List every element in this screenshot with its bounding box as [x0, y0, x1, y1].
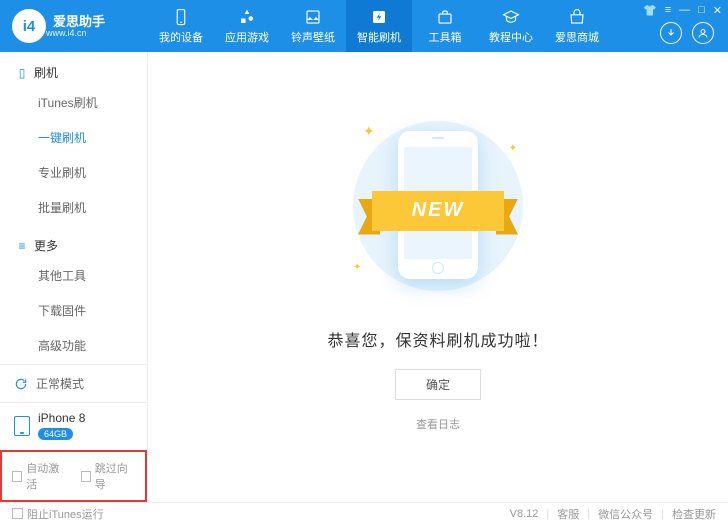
nav-ringtone-wallpaper[interactable]: 铃声壁纸: [280, 0, 346, 52]
success-illustration: ✦ ✦ ✦ NEW: [323, 113, 553, 303]
sidebar-item-download-firmware[interactable]: 下载固件: [0, 293, 147, 328]
sidebar-item-onekey-flash[interactable]: 一键刷机: [0, 120, 147, 155]
store-icon: [568, 8, 586, 26]
toolbox-icon: [436, 8, 454, 26]
nav-toolbox[interactable]: 工具箱: [412, 0, 478, 52]
maximize-icon[interactable]: □: [698, 4, 705, 17]
success-message: 恭喜您，保资料刷机成功啦！: [327, 327, 548, 351]
minimize-icon[interactable]: —: [679, 4, 690, 17]
storage-badge: 64GB: [38, 428, 73, 440]
chk-block-itunes[interactable]: 阻止iTunes运行: [12, 506, 104, 522]
phone-small-icon: ▯: [16, 67, 28, 79]
wallpaper-icon: [304, 8, 322, 26]
nav-apps-games[interactable]: 应用游戏: [214, 0, 280, 52]
chk-auto-activate[interactable]: 自动激活: [12, 460, 67, 492]
version-label: V8.12: [510, 508, 539, 520]
device-mode[interactable]: 正常模式: [0, 364, 147, 402]
user-button[interactable]: [692, 22, 714, 44]
footer-link-update[interactable]: 检查更新: [672, 506, 716, 522]
apps-icon: [238, 8, 256, 26]
highlighted-options: 自动激活 跳过向导: [0, 450, 147, 502]
ok-button[interactable]: 确定: [395, 369, 481, 400]
nav-smart-flash[interactable]: 智能刷机: [346, 0, 412, 52]
nav-my-device[interactable]: 我的设备: [148, 0, 214, 52]
footer-link-support[interactable]: 客服: [557, 506, 579, 522]
more-icon: ≡: [16, 240, 28, 252]
sidebar-item-pro-flash[interactable]: 专业刷机: [0, 155, 147, 190]
nav-store[interactable]: 爱思商城: [544, 0, 610, 52]
sidebar-group-more: ≡ 更多: [0, 225, 147, 258]
flash-icon: [370, 8, 388, 26]
nav-tutorials[interactable]: 教程中心: [478, 0, 544, 52]
refresh-icon: [14, 377, 28, 391]
sidebar-item-other-tools[interactable]: 其他工具: [0, 258, 147, 293]
sidebar-item-batch-flash[interactable]: 批量刷机: [0, 190, 147, 225]
chk-skip-guide[interactable]: 跳过向导: [81, 460, 136, 492]
sidebar-item-itunes-flash[interactable]: iTunes刷机: [0, 85, 147, 120]
sidebar-group-flash: ▯ 刷机: [0, 52, 147, 85]
view-log-link[interactable]: 查看日志: [416, 416, 460, 432]
footer-link-wechat[interactable]: 微信公众号: [598, 506, 653, 522]
menu-icon[interactable]: ≡: [665, 4, 671, 17]
tshirt-icon[interactable]: 👕: [643, 4, 657, 17]
app-logo: i4 爱思助手 www.i4.cn: [0, 9, 148, 43]
sidebar-item-advanced[interactable]: 高级功能: [0, 328, 147, 363]
phone-icon: [172, 8, 190, 26]
graduation-icon: [502, 8, 520, 26]
download-button[interactable]: [660, 22, 682, 44]
close-icon[interactable]: ✕: [713, 4, 722, 17]
connected-device[interactable]: iPhone 8 64GB: [0, 402, 147, 450]
device-icon: [14, 416, 30, 436]
